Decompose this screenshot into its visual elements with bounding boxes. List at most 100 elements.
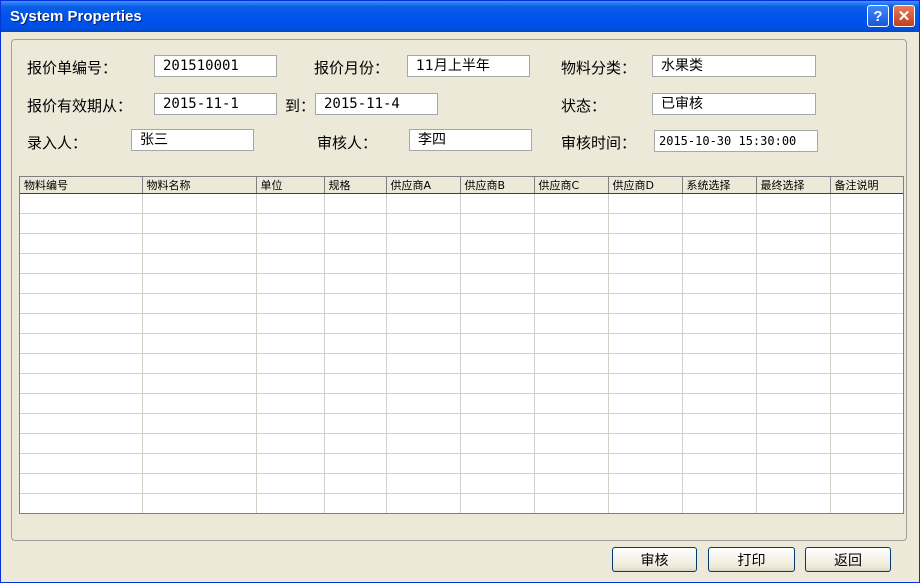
table-cell[interactable] (20, 393, 143, 414)
table-cell[interactable] (608, 453, 683, 474)
table-row[interactable] (20, 373, 903, 394)
table-cell[interactable] (608, 493, 683, 513)
table-cell[interactable] (534, 313, 609, 334)
table-cell[interactable] (20, 233, 143, 254)
table-cell[interactable] (324, 233, 387, 254)
table-cell[interactable] (386, 393, 461, 414)
table-cell[interactable] (460, 193, 535, 214)
table-cell[interactable] (20, 213, 143, 234)
status-field[interactable]: 已审核 (652, 93, 816, 115)
table-cell[interactable] (460, 313, 535, 334)
table-cell[interactable] (756, 333, 831, 354)
table-cell[interactable] (682, 393, 757, 414)
table-cell[interactable] (324, 453, 387, 474)
table-cell[interactable] (534, 413, 609, 434)
table-cell[interactable] (460, 253, 535, 274)
table-cell[interactable] (324, 213, 387, 234)
table-cell[interactable] (682, 253, 757, 274)
table-cell[interactable] (682, 313, 757, 334)
table-cell[interactable] (534, 333, 609, 354)
table-cell[interactable] (534, 473, 609, 494)
table-row[interactable] (20, 293, 903, 314)
column-header[interactable]: 最终选择 (756, 177, 831, 194)
column-header[interactable]: 物料编号 (20, 177, 143, 194)
table-cell[interactable] (324, 273, 387, 294)
table-cell[interactable] (20, 473, 143, 494)
table-cell[interactable] (324, 313, 387, 334)
table-cell[interactable] (324, 253, 387, 274)
table-row[interactable] (20, 453, 903, 474)
table-cell[interactable] (256, 393, 325, 414)
quote-no-field[interactable]: 201510001 (154, 55, 277, 77)
table-cell[interactable] (830, 353, 903, 374)
table-cell[interactable] (608, 393, 683, 414)
table-cell[interactable] (608, 313, 683, 334)
table-cell[interactable] (324, 353, 387, 374)
table-cell[interactable] (460, 213, 535, 234)
table-row[interactable] (20, 493, 903, 513)
materials-grid[interactable]: 物料编号 物料名称 单位 规格 供应商A 供应商B 供应商C 供应商D 系统选择… (19, 176, 904, 514)
table-cell[interactable] (386, 473, 461, 494)
table-cell[interactable] (386, 333, 461, 354)
table-cell[interactable] (142, 373, 257, 394)
table-cell[interactable] (756, 253, 831, 274)
table-cell[interactable] (324, 333, 387, 354)
table-cell[interactable] (324, 433, 387, 454)
table-cell[interactable] (256, 333, 325, 354)
table-cell[interactable] (256, 453, 325, 474)
table-cell[interactable] (608, 273, 683, 294)
table-cell[interactable] (386, 253, 461, 274)
table-cell[interactable] (256, 213, 325, 234)
table-cell[interactable] (142, 253, 257, 274)
table-cell[interactable] (20, 353, 143, 374)
table-cell[interactable] (756, 413, 831, 434)
table-cell[interactable] (608, 193, 683, 214)
table-cell[interactable] (682, 273, 757, 294)
table-cell[interactable] (460, 293, 535, 314)
table-cell[interactable] (386, 433, 461, 454)
table-cell[interactable] (534, 233, 609, 254)
table-cell[interactable] (682, 493, 757, 513)
table-cell[interactable] (608, 253, 683, 274)
table-cell[interactable] (142, 313, 257, 334)
table-cell[interactable] (682, 333, 757, 354)
table-cell[interactable] (256, 233, 325, 254)
table-cell[interactable] (256, 353, 325, 374)
table-cell[interactable] (460, 333, 535, 354)
table-cell[interactable] (386, 273, 461, 294)
table-cell[interactable] (386, 213, 461, 234)
table-cell[interactable] (682, 473, 757, 494)
table-cell[interactable] (20, 273, 143, 294)
table-cell[interactable] (256, 473, 325, 494)
table-cell[interactable] (142, 453, 257, 474)
table-cell[interactable] (460, 233, 535, 254)
approve-button[interactable]: 审核 (612, 547, 697, 572)
table-cell[interactable] (460, 353, 535, 374)
column-header[interactable]: 备注说明 (830, 177, 903, 194)
table-cell[interactable] (534, 373, 609, 394)
table-cell[interactable] (324, 493, 387, 513)
table-cell[interactable] (756, 233, 831, 254)
table-cell[interactable] (256, 493, 325, 513)
table-cell[interactable] (460, 473, 535, 494)
table-cell[interactable] (534, 293, 609, 314)
table-cell[interactable] (460, 453, 535, 474)
table-row[interactable] (20, 473, 903, 494)
table-cell[interactable] (386, 373, 461, 394)
column-header[interactable]: 系统选择 (682, 177, 757, 194)
quote-month-field[interactable]: 11月上半年 (407, 55, 530, 77)
table-cell[interactable] (386, 353, 461, 374)
column-header[interactable]: 物料名称 (142, 177, 257, 194)
table-cell[interactable] (830, 393, 903, 414)
table-cell[interactable] (682, 373, 757, 394)
table-cell[interactable] (20, 333, 143, 354)
valid-to-field[interactable]: 2015-11-4 (315, 93, 438, 115)
table-cell[interactable] (256, 193, 325, 214)
table-cell[interactable] (460, 493, 535, 513)
help-button[interactable]: ? (867, 5, 889, 27)
column-header[interactable]: 供应商A (386, 177, 461, 194)
table-cell[interactable] (756, 433, 831, 454)
print-button[interactable]: 打印 (708, 547, 795, 572)
table-row[interactable] (20, 233, 903, 254)
table-cell[interactable] (756, 313, 831, 334)
